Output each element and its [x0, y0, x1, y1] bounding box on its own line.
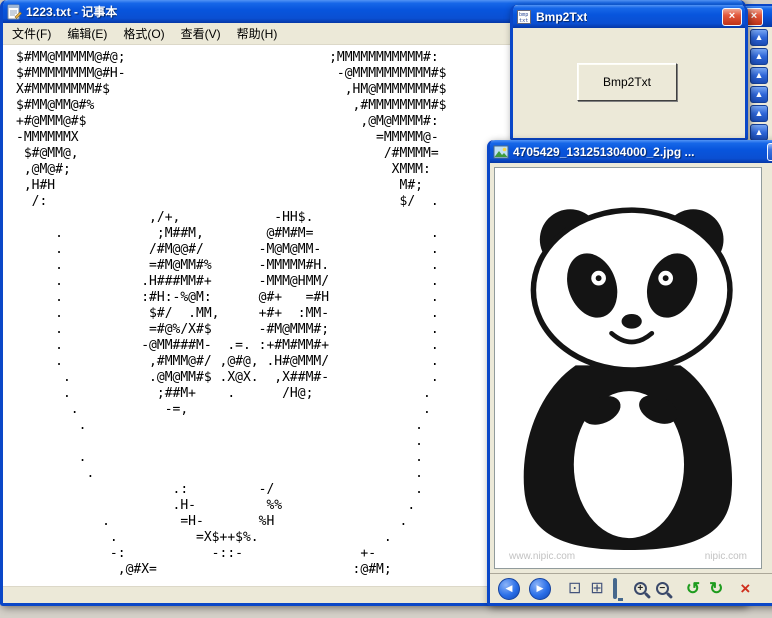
menu-file[interactable]: 文件(F)	[5, 23, 58, 44]
bmp2txt-body: Bmp2Txt	[513, 28, 745, 138]
previous-image-button[interactable]: ◀	[498, 577, 520, 600]
zoom-out-button[interactable]: −	[655, 582, 669, 595]
bmp2txt-title: Bmp2Txt	[536, 9, 588, 24]
scroll-up-button[interactable]: ▲	[750, 29, 768, 46]
watermark-right: nipic.com	[704, 551, 747, 562]
scroll-up-button[interactable]: ▲	[750, 86, 768, 103]
menu-help[interactable]: 帮助(H)	[230, 23, 285, 44]
menu-edit[interactable]: 编辑(E)	[60, 23, 114, 44]
up-arrow-icon: ▲	[754, 51, 764, 61]
menu-format[interactable]: 格式(O)	[116, 23, 171, 44]
image-canvas: www.nipic.com nipic.com	[494, 167, 762, 569]
rotate-clockwise-button[interactable]: ↻	[709, 580, 723, 597]
scroll-up-button[interactable]: ▲	[750, 48, 768, 65]
image-file-icon	[493, 144, 509, 160]
image-viewer-window: 4705429_131251304000_2.jpg ... _ □	[487, 140, 772, 606]
delete-button[interactable]: ×	[740, 580, 750, 597]
viewer-titlebar[interactable]: 4705429_131251304000_2.jpg ... _ □	[490, 140, 772, 163]
rotate-counterclockwise-button[interactable]: ↺	[686, 580, 700, 597]
scroll-up-button[interactable]: ▲	[750, 67, 768, 84]
background-window-titlebar[interactable]: ×	[744, 6, 772, 27]
notepad-icon	[6, 4, 22, 20]
up-arrow-icon: ▲	[754, 127, 764, 137]
bmp2txt-icon: bmp txt	[516, 9, 532, 25]
slideshow-button[interactable]	[612, 577, 617, 599]
zoom-in-button[interactable]: +	[633, 582, 647, 595]
up-arrow-icon: ▲	[754, 108, 764, 118]
background-window-scroll-column: ▲ ▲ ▲ ▲ ▲ ▲	[744, 27, 772, 143]
zoom-out-icon: −	[659, 583, 666, 594]
bmp2txt-window: bmp txt Bmp2Txt × Bmp2Txt	[510, 5, 748, 141]
scroll-up-button[interactable]: ▲	[750, 105, 768, 122]
close-icon[interactable]: ×	[722, 7, 742, 26]
notepad-title: 1223.txt - 记事本	[26, 5, 118, 19]
panda-image	[523, 207, 733, 551]
actual-size-button[interactable]: ⊞	[590, 580, 603, 597]
viewer-toolbar: ◀ ▶ ⊡ ⊞ + − ↺ ↻ ×	[490, 573, 772, 603]
slideshow-monitor-icon	[612, 577, 617, 599]
zoom-in-icon: +	[637, 583, 644, 594]
bmp2txt-convert-button[interactable]: Bmp2Txt	[577, 63, 677, 101]
previous-icon: ◀	[505, 583, 513, 593]
bmp2txt-titlebar[interactable]: bmp txt Bmp2Txt ×	[513, 5, 745, 28]
viewer-body: www.nipic.com nipic.com	[490, 163, 772, 573]
next-icon: ▶	[536, 583, 544, 593]
up-arrow-icon: ▲	[754, 89, 764, 99]
viewer-title: 4705429_131251304000_2.jpg ...	[513, 144, 695, 159]
up-arrow-icon: ▲	[754, 70, 764, 80]
watermark-left: www.nipic.com	[509, 551, 576, 562]
best-fit-button[interactable]: ⊡	[568, 580, 581, 597]
minimize-icon[interactable]: _	[767, 142, 772, 161]
next-image-button[interactable]: ▶	[529, 577, 551, 600]
up-arrow-icon: ▲	[754, 32, 764, 42]
menu-view[interactable]: 查看(V)	[174, 23, 228, 44]
desktop: 1223.txt - 记事本 文件(F) 编辑(E) 格式(O) 查看(V) 帮…	[0, 0, 772, 618]
scroll-up-button[interactable]: ▲	[750, 124, 768, 141]
svg-text:txt: txt	[519, 18, 528, 24]
